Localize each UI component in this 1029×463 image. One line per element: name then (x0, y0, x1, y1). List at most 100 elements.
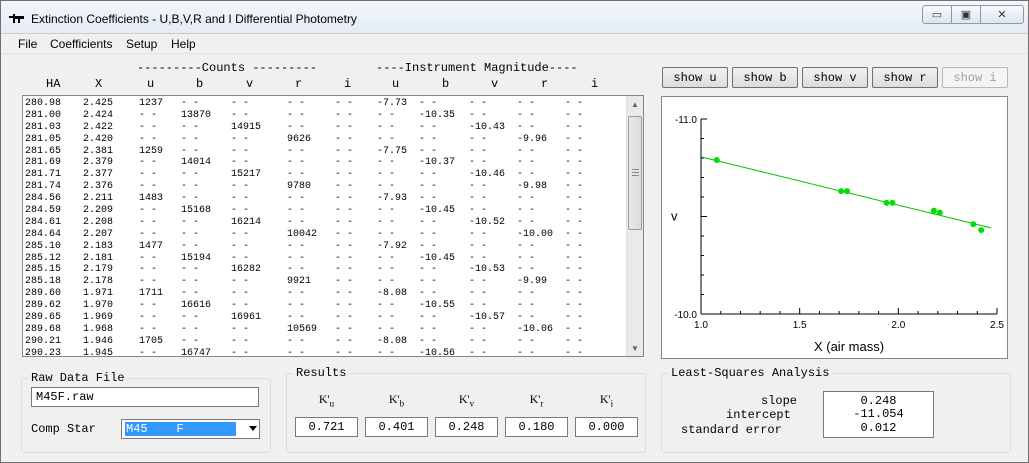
menu-file[interactable]: File (18, 37, 37, 51)
comp-star-label: Comp Star (31, 422, 96, 436)
table-row[interactable]: 289.65 1.969 - - - - 16961 - - - - - - - - -10.57… (25, 312, 627, 324)
x-tick-label: 1.5 (793, 320, 807, 331)
listbox-scrollbar[interactable]: ▲ ▼ (626, 96, 643, 356)
table-cell: 1.945 (83, 347, 114, 357)
table-cell: - - (377, 347, 396, 357)
table-row[interactable]: 284.61 2.208 - - - - 16214 - - - - - - - - -10.52… (25, 217, 627, 229)
maximize-icon: ▣ (960, 9, 972, 21)
table-cell: - - (469, 335, 488, 347)
table-cell: - - (231, 335, 250, 347)
table-cell: - - (565, 157, 584, 169)
comp-star-select[interactable]: M45 F (121, 419, 260, 439)
table-cell: 2.208 (83, 216, 114, 228)
table-cell: - - (139, 216, 158, 228)
table-cell: - - (181, 276, 200, 288)
table-cell: - - (469, 205, 488, 217)
table-cell: - - (419, 288, 438, 300)
table-cell: - - (565, 145, 584, 157)
menu-coefficients[interactable]: Coefficients (50, 37, 112, 51)
table-cell: - - (231, 276, 250, 288)
table-cell: - - (335, 312, 354, 324)
show-b-button[interactable]: show b (732, 67, 798, 88)
table-cell: - - (377, 109, 396, 121)
table-cell: - - (517, 157, 536, 169)
table-cell: - - (287, 252, 306, 264)
table-cell: - - (287, 121, 306, 133)
table-row[interactable]: 281.65 2.381 1259 - - - - - - - - -7.75 - - - - - … (25, 146, 627, 158)
table-row[interactable]: 281.00 2.424 - - 13870 - - - - - - - - -10.35 - -… (25, 110, 627, 122)
table-row[interactable]: 281.71 2.377 - - - - 15217 - - - - - - - - -10.46… (25, 169, 627, 181)
table-cell: - - (335, 216, 354, 228)
plot-panel: 1.0 1.5 2.0 2.5 -11.0 -10.0 X (air mass) v (661, 96, 1008, 359)
menu-help[interactable]: Help (171, 37, 196, 51)
data-point (713, 156, 720, 163)
table-row[interactable]: 281.05 2.420 - - - - - - 9626 - - - - - - - - -9.9… (25, 134, 627, 146)
table-row[interactable]: 281.03 2.422 - - - - 14915 - - - - - - - - -10.43… (25, 122, 627, 134)
table-cell: - - (419, 335, 438, 347)
table-row[interactable]: 285.15 2.179 - - - - 16282 - - - - - - - - -10.53… (25, 264, 627, 276)
show-r-button[interactable]: show r (872, 67, 938, 88)
table-cell: 281.05 (25, 133, 62, 145)
table-cell: 281.74 (25, 181, 62, 193)
table-cell: 284.64 (25, 228, 62, 240)
table-cell: - - (565, 121, 584, 133)
table-cell: - - (565, 252, 584, 264)
table-cell: 16214 (231, 216, 262, 228)
table-cell: - - (287, 240, 306, 252)
table-cell: - - (181, 216, 200, 228)
table-cell: - - (565, 133, 584, 145)
table-cell: - - (377, 181, 396, 193)
table-row[interactable]: 285.12 2.181 - - 15194 - - - - - - - - -10.45 - -… (25, 253, 627, 265)
table-row[interactable]: 280.98 2.425 1237 - - - - - - - - -7.73 - - - - - … (25, 98, 627, 110)
table-cell: - - (335, 193, 354, 205)
show-u-button[interactable]: show u (662, 67, 728, 88)
table-row[interactable]: 285.10 2.183 1477 - - - - - - - - -7.92 - - - - - … (25, 241, 627, 253)
table-cell: 1.970 (83, 300, 114, 312)
table-cell: 2.422 (83, 121, 114, 133)
table-cell: 1.971 (83, 288, 114, 300)
table-row[interactable]: 289.68 1.968 - - - - - - 10569 - - - - - - - - -10… (25, 324, 627, 336)
table-row[interactable]: 289.62 1.970 - - 16616 - - - - - - - - -10.55 - -… (25, 300, 627, 312)
data-listbox[interactable]: 280.98 2.425 1237- -- -- -- - -7.73- -- -- … (22, 95, 644, 357)
table-cell: - - (181, 145, 200, 157)
table-cell: - - (335, 228, 354, 240)
close-button[interactable]: ✕ (980, 5, 1024, 24)
table-cell: - - (139, 169, 158, 181)
table-cell: 2.183 (83, 240, 114, 252)
scroll-down-icon[interactable]: ▼ (627, 340, 643, 356)
table-cell: -10.53 (469, 264, 506, 276)
maximize-button[interactable]: ▣ (951, 5, 981, 24)
k-r-value: 0.180 (505, 417, 568, 437)
table-row[interactable]: 285.18 2.178 - - - - - - 9921 - - - - - - - - -9.9… (25, 276, 627, 288)
scroll-up-icon[interactable]: ▲ (627, 96, 643, 112)
y-tick-label: -10.0 (674, 310, 697, 321)
table-row[interactable]: 284.56 2.211 1483 - - - - - - - - -7.93 - - - - - … (25, 193, 627, 205)
table-cell: - - (287, 169, 306, 181)
chevron-down-icon[interactable] (249, 426, 257, 431)
table-cell: -7.75 (377, 145, 408, 157)
table-row[interactable]: 289.60 1.971 1711 - - - - - - - - -8.08 - - - - - … (25, 288, 627, 300)
table-cell: - - (335, 133, 354, 145)
menu-setup[interactable]: Setup (126, 37, 157, 51)
table-row[interactable]: 284.59 2.209 - - 15168 - - - - - - - - -10.45 - -… (25, 205, 627, 217)
table-cell: - - (231, 133, 250, 145)
table-cell: - - (565, 169, 584, 181)
table-cell: - - (287, 109, 306, 121)
v-vs-airmass-chart: 1.0 1.5 2.0 2.5 -11.0 -10.0 X (air mass) v (671, 115, 1004, 354)
raw-data-file-field[interactable]: M45F.raw (31, 387, 259, 407)
table-cell: 2.181 (83, 252, 114, 264)
table-cell: - - (287, 312, 306, 324)
scroll-thumb[interactable] (628, 116, 642, 230)
table-cell: - - (139, 181, 158, 193)
table-cell: 2.424 (83, 109, 114, 121)
table-row[interactable]: 290.21 1.946 1705 - - - - - - - - -8.08 - - - - - … (25, 336, 627, 348)
table-row[interactable]: 290.23 1.945 - - 16747 - - - - - - - - -10.56 - -… (25, 347, 627, 357)
col-header-mag-i: i (591, 77, 599, 91)
show-v-button[interactable]: show v (802, 67, 868, 88)
table-row[interactable]: 281.74 2.376 - - - - - - 9780 - - - - - - - - -9.9… (25, 181, 627, 193)
table-cell: 289.60 (25, 288, 62, 300)
table-row[interactable]: 284.64 2.207 - - - - - - 10042 - - - - - - - - -10… (25, 229, 627, 241)
table-row[interactable]: 281.69 2.379 - - 14014 - - - - - - - - -10.37 - -… (25, 157, 627, 169)
table-cell: - - (517, 98, 536, 109)
minimize-button[interactable]: ▭ (922, 5, 952, 24)
